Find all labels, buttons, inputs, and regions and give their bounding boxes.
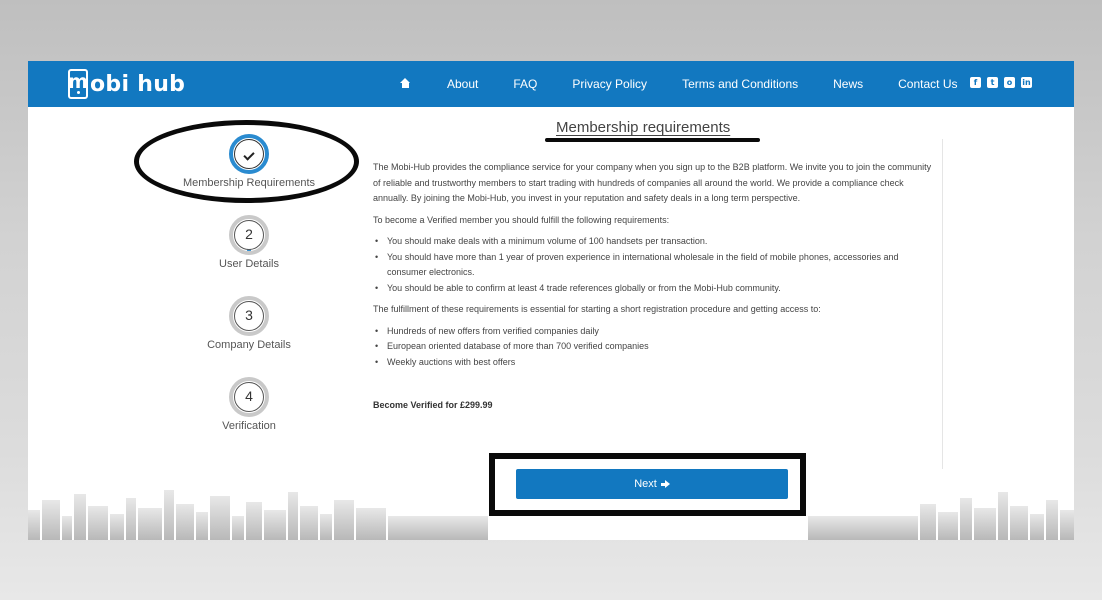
step-label: Verification [222,420,276,432]
step-user-details[interactable]: 2 User Details [159,215,339,270]
step-4-circle: 4 [229,377,269,417]
screenshot-frame: m obi hub About FAQ Privacy Policy Terms… [28,61,1074,540]
step-label: User Details [219,258,279,270]
home-icon[interactable] [400,77,411,91]
list-item: European oriented database of more than … [373,339,933,355]
nav-news[interactable]: News [833,77,863,91]
nav-privacy-policy[interactable]: Privacy Policy [572,77,647,91]
nav-about[interactable]: About [447,77,478,91]
list-item: You should be able to confirm at least 4… [373,281,933,297]
list-item: Weekly auctions with best offers [373,355,933,371]
requirements-intro: To become a Verified member you should f… [373,214,670,225]
top-navbar: m obi hub About FAQ Privacy Policy Terms… [28,61,1074,107]
list-item: You should make deals with a minimum vol… [373,234,933,250]
social-links: f t o in [970,77,1032,88]
arrow-right-icon [660,479,670,489]
price-text: Become Verified for £299.99 [373,400,493,410]
next-button-annotation: Next [489,453,806,516]
twitter-icon[interactable]: t [987,77,998,88]
step-verification[interactable]: 4 Verification [159,377,339,432]
page-title: Membership requirements [556,119,731,136]
nav-contact-us[interactable]: Contact Us [898,77,957,91]
membership-body: The Mobi-Hub provides the compliance ser… [373,160,933,420]
logo-text: obi hub [90,71,186,97]
nav-terms[interactable]: Terms and Conditions [682,77,798,91]
next-button[interactable]: Next [516,469,788,499]
step-company-details[interactable]: 3 Company Details [159,296,339,351]
logo[interactable]: m obi hub [68,69,185,99]
facebook-icon[interactable]: f [970,77,981,88]
annotation-underline [545,138,760,142]
step-label: Company Details [207,339,291,351]
nav-menu: About FAQ Privacy Policy Terms and Condi… [388,61,993,107]
nav-faq[interactable]: FAQ [513,77,537,91]
intro-paragraph: The Mobi-Hub provides the compliance ser… [373,162,932,203]
benefits-list: Hundreds of new offers from verified com… [373,324,933,371]
linkedin-icon[interactable]: in [1021,77,1032,88]
logo-phone-mark: m [68,69,88,99]
instagram-icon[interactable]: o [1004,77,1015,88]
step-3-circle: 3 [229,296,269,336]
step-2-circle: 2 [229,215,269,255]
benefits-intro: The fulfillment of these requirements is… [373,304,821,314]
annotation-ellipse [134,120,359,203]
requirements-list: You should make deals with a minimum vol… [373,234,933,296]
content-divider [942,139,943,469]
list-item: You should have more than 1 year of prov… [373,250,933,281]
list-item: Hundreds of new offers from verified com… [373,324,933,340]
